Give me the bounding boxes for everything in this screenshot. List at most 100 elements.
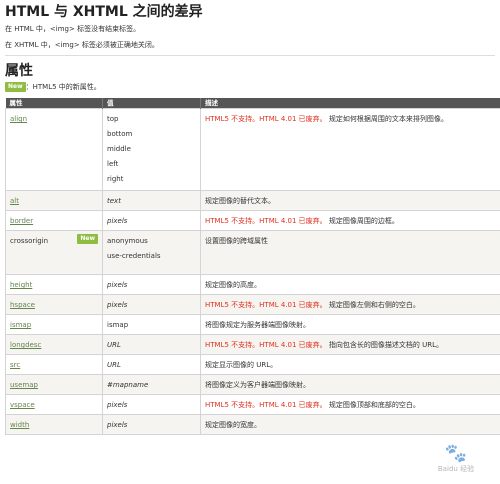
value-cell: #mapname — [102, 374, 201, 395]
description-text: 将图像定义为客户器端图像映射。 — [205, 381, 310, 389]
description-cell: 将图像定义为客户器端图像映射。 — [200, 374, 500, 395]
attribute-cell: align — [5, 108, 103, 191]
value-item: bottom — [107, 130, 133, 138]
value-item: #mapname — [107, 381, 149, 389]
description-cell: 规定图像的替代文本。 — [200, 190, 500, 211]
description-text: 设置图像的跨域属性 — [205, 237, 268, 245]
description-cell: HTML5 不支持。HTML 4.01 已废弃。 规定图像顶部和底部的空白。 — [200, 394, 500, 415]
table-row: longdesc URL HTML5 不支持。HTML 4.01 已废弃。 指向包含… — [5, 334, 500, 355]
table-row: src URL 规定显示图像的 URL。 — [5, 354, 500, 375]
value-item: anonymous — [107, 237, 148, 245]
table-row: usemap #mapname 将图像定义为客户器端图像映射。 — [5, 374, 500, 395]
description-text: 规定图像周围的边框。 — [328, 217, 399, 225]
attribute-link-align[interactable]: align — [10, 112, 27, 127]
description-text: 将图像规定为服务器端图像映射。 — [205, 321, 310, 329]
table-row: ismap ismap 将图像规定为服务器端图像映射。 — [5, 314, 500, 335]
description-cell: HTML5 不支持。HTML 4.01 已废弃。 指向包含长的图像描述文档的 U… — [200, 334, 500, 355]
attribute-cell: width — [5, 414, 103, 435]
deprecated-note: HTML5 不支持。HTML 4.01 已废弃。 — [205, 401, 327, 409]
value-cell: URL — [102, 334, 201, 355]
deprecated-note: HTML5 不支持。HTML 4.01 已废弃。 — [205, 115, 327, 123]
attribute-link-ismap[interactable]: ismap — [10, 318, 31, 333]
attribute-cell: src — [5, 354, 103, 375]
value-item: pixels — [107, 301, 128, 309]
table-row: height pixels 规定图像的高度。 — [5, 274, 500, 295]
header-description: 描述 — [200, 98, 500, 109]
value-cell: anonymous use-credentials — [102, 230, 201, 275]
description-text: 指向包含长的图像描述文档的 URL。 — [328, 341, 444, 349]
value-cell: pixels — [102, 294, 201, 315]
table-row: crossorigin New anonymous use-credentials 设置… — [5, 230, 500, 275]
attribute-cell: longdesc — [5, 334, 103, 355]
value-item: URL — [107, 361, 121, 369]
description-cell: 设置图像的跨域属性 — [200, 230, 500, 275]
description-text: 规定图像的替代文本。 — [205, 197, 275, 205]
attribute-cell: vspace — [5, 394, 103, 415]
value-item: pixels — [107, 281, 128, 289]
description-cell: HTML5 不支持。HTML 4.01 已废弃。 规定图像左侧和右侧的空白。 — [200, 294, 500, 315]
description-cell: HTML5 不支持。HTML 4.01 已废弃。 规定图像周围的边框。 — [200, 210, 500, 231]
value-item: URL — [107, 341, 121, 349]
attribute-link-height[interactable]: height — [10, 278, 32, 293]
value-cell: ismap — [102, 314, 201, 335]
new-attribute-note: New ：HTML5 中的新属性。 — [5, 80, 495, 94]
value-item: use-credentials — [107, 252, 161, 260]
value-cell: top bottom middle left right — [102, 108, 201, 191]
header-value: 值 — [102, 98, 201, 109]
watermark-text: Baidu 经验 — [437, 465, 475, 473]
table-row: hspace pixels HTML5 不支持。HTML 4.01 已废弃。 规定图… — [5, 294, 500, 315]
description-text: 规定如何根据周围的文本来排列图像。 — [328, 115, 448, 123]
value-cell: pixels — [102, 274, 201, 295]
watermark: 🐾 Baidu 经验 — [416, 444, 496, 478]
attribute-cell: crossorigin New — [5, 230, 103, 275]
description-cell: 将图像规定为服务器端图像映射。 — [200, 314, 500, 335]
attribute-link-longdesc[interactable]: longdesc — [10, 338, 41, 353]
description-text: 规定图像的宽度。 — [205, 421, 261, 429]
attribute-link-src[interactable]: src — [10, 358, 20, 373]
value-cell: pixels — [102, 210, 201, 231]
attribute-link-hspace[interactable]: hspace — [10, 298, 35, 313]
new-badge: New — [77, 234, 98, 244]
value-item: pixels — [107, 217, 128, 225]
value-item: text — [107, 197, 121, 205]
attribute-name: crossorigin — [10, 237, 49, 245]
attribute-cell: border — [5, 210, 103, 231]
description-cell: 规定图像的宽度。 — [200, 414, 500, 435]
attribute-link-border[interactable]: border — [10, 214, 33, 229]
value-cell: URL — [102, 354, 201, 375]
description-text: 规定图像左侧和右侧的空白。 — [328, 301, 420, 309]
diff-line-1: 在 HTML 中，<img> 标签没有结束标签。 — [5, 25, 141, 33]
attribute-cell: height — [5, 274, 103, 295]
description-cell: 规定图像的高度。 — [200, 274, 500, 295]
value-item: top — [107, 115, 119, 123]
header-attribute: 属性 — [5, 98, 103, 109]
attribute-link-width[interactable]: width — [10, 418, 29, 433]
value-item: pixels — [107, 421, 128, 429]
attribute-link-vspace[interactable]: vspace — [10, 398, 35, 413]
attribute-cell: alt — [5, 190, 103, 211]
table-row: align top bottom middle left right HTML5 不支持。H… — [5, 108, 500, 191]
attribute-cell: usemap — [5, 374, 103, 395]
attribute-cell: hspace — [5, 294, 103, 315]
description-text: 规定显示图像的 URL。 — [205, 361, 278, 369]
value-cell: text — [102, 190, 201, 211]
new-note-text: ：HTML5 中的新属性。 — [25, 83, 101, 91]
deprecated-note: HTML5 不支持。HTML 4.01 已废弃。 — [205, 217, 327, 225]
value-item: middle — [107, 145, 131, 153]
diff-line-2: 在 XHTML 中，<img> 标签必须被正确地关闭。 — [5, 41, 159, 49]
attribute-link-alt[interactable]: alt — [10, 194, 19, 209]
table-header-row: 属性 值 描述 — [5, 98, 500, 109]
table-row: alt text 规定图像的替代文本。 — [5, 190, 500, 211]
deprecated-note: HTML5 不支持。HTML 4.01 已废弃。 — [205, 341, 327, 349]
paw-icon: 🐾 — [444, 443, 468, 464]
description-text: 规定图像的高度。 — [205, 281, 261, 289]
attribute-cell: ismap — [5, 314, 103, 335]
attributes-title: 属性 — [5, 63, 33, 79]
divider — [5, 55, 495, 56]
attribute-link-usemap[interactable]: usemap — [10, 378, 38, 393]
new-badge: New — [5, 82, 26, 92]
deprecated-note: HTML5 不支持。HTML 4.01 已废弃。 — [205, 301, 327, 309]
attributes-table: 属性 值 描述 align top bottom middle left right HTM… — [5, 98, 500, 435]
diff-title: HTML 与 XHTML 之间的差异 — [5, 4, 203, 20]
description-cell: HTML5 不支持。HTML 4.01 已废弃。 规定如何根据周围的文本来排列图… — [200, 108, 500, 191]
